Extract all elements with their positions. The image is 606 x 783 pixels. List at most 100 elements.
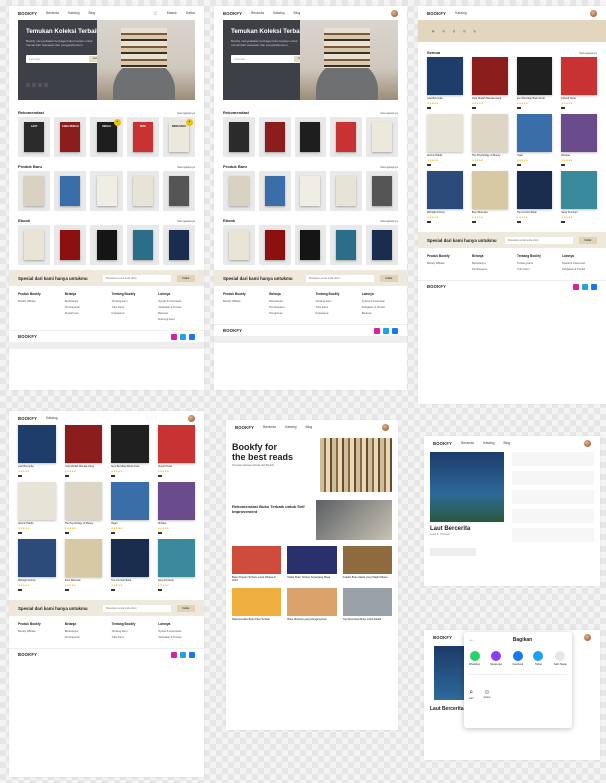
price-tag[interactable] bbox=[111, 532, 115, 534]
cart-button[interactable] bbox=[430, 548, 476, 556]
book-tile[interactable] bbox=[126, 225, 159, 265]
book-card[interactable]: Laut Bercerita ★★★★★ bbox=[427, 57, 463, 110]
facebook-icon[interactable] bbox=[189, 333, 195, 340]
blog-post-card[interactable]: Buku Populer Terbaru untuk Dibaca di 202… bbox=[232, 546, 282, 582]
category-icon[interactable]: ▧ bbox=[463, 30, 465, 33]
book-tile[interactable]: SENI bbox=[126, 117, 159, 157]
book-card[interactable]: Mindset ★★★★★ bbox=[157, 482, 195, 535]
price-tag[interactable] bbox=[18, 589, 22, 591]
book-tile[interactable] bbox=[126, 171, 159, 211]
price-tag[interactable] bbox=[64, 475, 69, 477]
book-card[interactable]: Midnight Library ★★★★★ bbox=[18, 539, 56, 592]
price-tag[interactable] bbox=[561, 107, 566, 109]
book-card[interactable]: The Comfort Book ★★★★★ bbox=[516, 171, 553, 224]
book-tile[interactable] bbox=[54, 225, 87, 265]
back-arrow-icon[interactable]: ← bbox=[469, 637, 474, 643]
price-tag[interactable] bbox=[111, 475, 115, 477]
book-card[interactable]: Atomic Habits ★★★★★ bbox=[427, 114, 463, 167]
blog-post-card[interactable]: Koleksi Buku Klasik yang Wajib Dibaca bbox=[342, 546, 392, 582]
price-tag[interactable] bbox=[64, 589, 69, 591]
newsletter-email-input[interactable]: Masukkan email anda disini bbox=[103, 274, 171, 282]
cart-icon[interactable]: 🛒 bbox=[154, 11, 158, 15]
book-card[interactable]: Sang Pemimpi ★★★★★ bbox=[561, 171, 597, 224]
share-whatsapp[interactable]: WhatsApp bbox=[469, 651, 480, 666]
price-tag[interactable] bbox=[18, 532, 22, 534]
book-card[interactable]: Atomic Habits ★★★★★ bbox=[18, 482, 56, 535]
category-icon[interactable]: ▨ bbox=[474, 30, 476, 33]
book-card[interactable]: Seni Bersikap Bodo Amat ★★★★★ bbox=[111, 425, 149, 478]
price-tag[interactable] bbox=[516, 221, 521, 223]
book-tile[interactable] bbox=[162, 225, 196, 265]
see-more-link[interactable]: Selengkapnya bbox=[177, 219, 195, 223]
book-card[interactable]: Hujan ★★★★★ bbox=[516, 114, 553, 167]
book-tile[interactable] bbox=[18, 225, 51, 265]
hero-search-input[interactable]: Cari buku... Cari bbox=[26, 55, 102, 63]
blog-post-card[interactable]: Tips Membaca Buku Lebih Efektif bbox=[342, 588, 392, 621]
price-tag[interactable] bbox=[18, 475, 22, 477]
book-tile[interactable]: MENGUBAH ★ bbox=[162, 117, 196, 157]
price-tag[interactable] bbox=[561, 164, 566, 166]
group-icon[interactable]: ☺ Group bbox=[483, 689, 490, 700]
user-avatar[interactable] bbox=[391, 9, 398, 17]
nav-home[interactable]: Beranda bbox=[46, 11, 59, 15]
featured-post[interactable]: Rekomendasi Buku Terbaik untuk Self Impr… bbox=[232, 500, 392, 540]
instagram-icon[interactable] bbox=[171, 333, 177, 340]
book-card[interactable]: Filosofi Teras ★★★★★ bbox=[157, 425, 195, 478]
signup-link[interactable]: Daftar bbox=[186, 11, 195, 15]
price-tag[interactable] bbox=[561, 221, 566, 223]
price-tag[interactable] bbox=[427, 221, 431, 223]
hero-search-input[interactable]: Cari buku...Cari bbox=[231, 55, 307, 63]
nav-catalog[interactable]: Katalog bbox=[68, 11, 80, 15]
category-icon[interactable]: ▥ bbox=[453, 30, 455, 33]
book-tile[interactable] bbox=[90, 171, 123, 211]
price-tag[interactable] bbox=[427, 164, 431, 166]
price-tag[interactable] bbox=[157, 589, 162, 591]
share-copy-link[interactable]: Salin Tautan bbox=[554, 651, 567, 666]
book-tile[interactable]: CARA MUDAH bbox=[54, 117, 87, 157]
book-card[interactable]: Bumi Manusia ★★★★★ bbox=[64, 539, 102, 592]
price-tag[interactable] bbox=[471, 221, 476, 223]
book-tile[interactable] bbox=[90, 225, 123, 265]
book-tile[interactable]: SEKALI ★ bbox=[90, 117, 123, 157]
newsletter-submit-button[interactable]: Daftar bbox=[177, 274, 195, 282]
blog-post-card[interactable]: Rekomendasi Buku Fiksi Terbaik bbox=[232, 588, 282, 621]
share-facebook[interactable]: Facebook bbox=[513, 651, 523, 666]
price-tag[interactable] bbox=[516, 107, 521, 109]
search-icon[interactable]: ⌕ Cari bbox=[469, 689, 473, 700]
book-card[interactable]: Laut Bercerita ★★★★★ bbox=[18, 425, 56, 478]
book-card[interactable]: Seni Bersikap Bodo Amat ★★★★★ bbox=[516, 57, 553, 110]
nav-blog[interactable]: Blog bbox=[88, 11, 95, 15]
price-tag[interactable] bbox=[516, 164, 521, 166]
book-card[interactable]: The Psychology of Money ★★★★★ bbox=[471, 114, 508, 167]
book-card[interactable]: Cara Mudah Menata Uang ★★★★★ bbox=[64, 425, 102, 478]
category-icon[interactable]: ▤ bbox=[442, 30, 444, 33]
book-card[interactable]: Bumi Manusia ★★★★★ bbox=[471, 171, 508, 224]
book-tile[interactable]: LAUT bbox=[18, 117, 51, 157]
blog-post-card[interactable]: Buku Motivasi yang Menginspirasi bbox=[287, 588, 337, 621]
book-tile[interactable] bbox=[54, 171, 87, 211]
book-card[interactable]: Sang Pemimpi ★★★★★ bbox=[157, 539, 195, 592]
see-more-link[interactable]: Selengkapnya bbox=[177, 165, 195, 169]
price-tag[interactable] bbox=[111, 589, 115, 591]
price-tag[interactable] bbox=[427, 107, 431, 109]
book-card[interactable]: The Comfort Book ★★★★★ bbox=[111, 539, 149, 592]
share-messenger[interactable]: Messenger bbox=[490, 651, 502, 666]
price-tag[interactable] bbox=[471, 107, 476, 109]
book-card[interactable]: Hujan ★★★★★ bbox=[111, 482, 149, 535]
price-tag[interactable] bbox=[64, 532, 69, 534]
book-tile[interactable] bbox=[162, 171, 196, 211]
book-card[interactable]: Cara Mudah Menata Uang ★★★★★ bbox=[471, 57, 508, 110]
price-tag[interactable] bbox=[157, 532, 162, 534]
see-more-link[interactable]: Selengkapnya bbox=[177, 111, 195, 115]
category-icon[interactable]: ▦ bbox=[432, 30, 434, 33]
price-tag[interactable] bbox=[157, 475, 162, 477]
login-link[interactable]: Masuk bbox=[167, 11, 177, 15]
share-twitter[interactable]: Twitter bbox=[533, 651, 544, 666]
book-tile[interactable] bbox=[18, 171, 51, 211]
twitter-icon[interactable] bbox=[180, 333, 186, 340]
logo[interactable]: BOOKFY bbox=[18, 11, 37, 16]
book-card[interactable]: Midnight Library ★★★★★ bbox=[427, 171, 463, 224]
price-tag[interactable] bbox=[471, 164, 476, 166]
book-card[interactable]: The Psychology of Money ★★★★★ bbox=[64, 482, 102, 535]
book-card[interactable]: Mindset ★★★★★ bbox=[561, 114, 597, 167]
